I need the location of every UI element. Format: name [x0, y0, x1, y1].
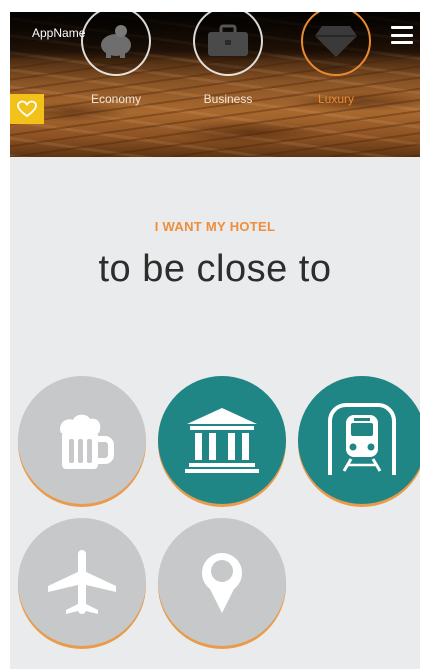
category-luxury-ring [301, 12, 371, 76]
category-economy-ring [81, 12, 151, 76]
location-pin-icon [202, 553, 242, 613]
option-museum[interactable] [158, 376, 286, 504]
category-business[interactable]: Business [188, 12, 268, 106]
option-train-station[interactable] [298, 376, 420, 504]
category-economy[interactable]: Economy [76, 12, 156, 106]
airplane-icon [48, 550, 116, 614]
category-business-ring [193, 12, 263, 76]
piggy-bank-icon [101, 25, 131, 58]
briefcase-icon [208, 24, 248, 56]
category-luxury-label: Luxury [317, 92, 355, 106]
page-headline: to be close to [98, 248, 332, 290]
option-airport[interactable] [18, 518, 146, 646]
category-luxury[interactable]: Luxury [296, 12, 376, 106]
section-eyebrow: I WANT MY HOTEL [154, 219, 276, 234]
heart-icon [17, 100, 37, 118]
option-bar[interactable] [18, 376, 146, 504]
favorite-button[interactable] [10, 94, 44, 124]
header-banner: Economy Business Luxury AppName [10, 12, 420, 157]
option-custom-location[interactable] [158, 518, 286, 646]
museum-icon [185, 408, 259, 473]
category-business-label: Business [203, 92, 253, 106]
diamond-icon [315, 26, 357, 57]
train-icon [328, 403, 396, 475]
beer-mug-icon [60, 414, 114, 469]
app-name: AppName [32, 26, 86, 40]
app-screen: Economy Business Luxury AppName I WANT M… [10, 12, 420, 669]
hamburger-menu-icon[interactable] [391, 26, 413, 44]
category-economy-label: Economy [90, 92, 142, 106]
